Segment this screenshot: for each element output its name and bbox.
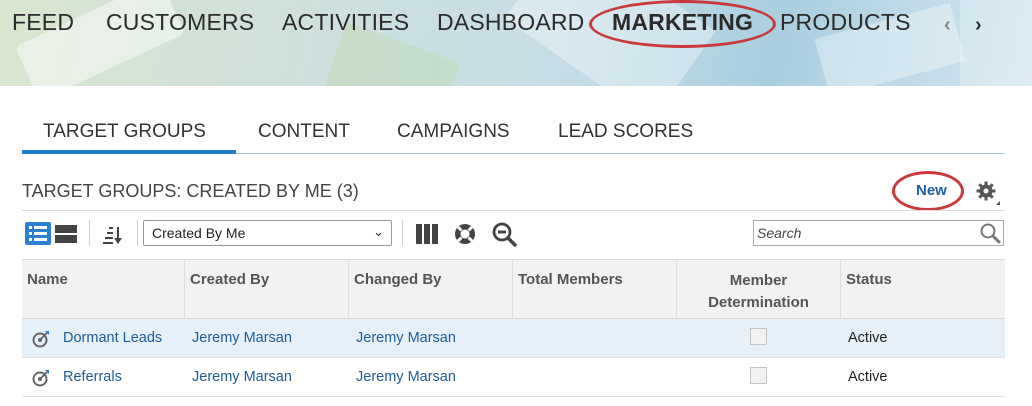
row-name-link[interactable]: Referrals <box>63 358 122 397</box>
list-view-icon[interactable] <box>25 222 51 245</box>
column-header-status[interactable]: Status <box>841 260 1005 318</box>
row-created-by-link[interactable]: Jeremy Marsan <box>192 358 292 397</box>
tab-campaigns[interactable]: CAMPAIGNS <box>397 121 510 143</box>
tab-lead-scores[interactable]: LEAD SCORES <box>558 121 693 143</box>
nav-item-feed[interactable]: FEED <box>12 9 74 36</box>
nav-next-arrow[interactable]: › <box>975 14 982 37</box>
section-divider <box>22 210 1005 211</box>
table-row[interactable]: Referrals Jeremy Marsan Jeremy Marsan Ac… <box>22 358 1005 397</box>
query-select[interactable]: Created By Me ⌄ <box>143 220 392 246</box>
column-header-created-by[interactable]: Created By <box>185 260 349 318</box>
row-name-link[interactable]: Dormant Leads <box>63 319 162 358</box>
target-group-icon <box>32 370 49 387</box>
row-status: Active <box>848 369 888 385</box>
query-select-value: Created By Me <box>152 225 246 241</box>
row-changed-by-link[interactable]: Jeremy Marsan <box>356 358 456 397</box>
columns-icon[interactable] <box>415 223 439 245</box>
nav-item-activities[interactable]: ACTIVITIES <box>282 9 409 36</box>
lifebuoy-icon[interactable] <box>453 222 477 246</box>
search-input[interactable] <box>754 221 964 245</box>
top-nav-bar: FEED CUSTOMERS ACTIVITIES DASHBOARD MARK… <box>0 0 1032 86</box>
active-tab-indicator <box>22 150 236 154</box>
annotation-circle <box>892 171 964 211</box>
search-icon[interactable] <box>979 222 1001 244</box>
search-field[interactable] <box>753 220 1004 246</box>
column-header-name[interactable]: Name <box>22 260 185 318</box>
table-row[interactable]: Dormant Leads Jeremy Marsan Jeremy Marsa… <box>22 319 1005 358</box>
toolbar-separator <box>402 220 403 246</box>
column-header-member-determination[interactable]: Member Determination <box>677 260 841 318</box>
row-status: Active <box>848 330 888 346</box>
target-groups-table: Name Created By Changed By Total Members… <box>22 259 1005 397</box>
toolbar-separator <box>89 220 90 246</box>
row-changed-by-link[interactable]: Jeremy Marsan <box>356 319 456 358</box>
nav-item-customers[interactable]: CUSTOMERS <box>106 9 254 36</box>
member-determination-checkbox[interactable] <box>750 328 767 345</box>
row-created-by-link[interactable]: Jeremy Marsan <box>192 319 292 358</box>
member-determination-checkbox[interactable] <box>750 367 767 384</box>
gear-icon[interactable] <box>975 180 1001 206</box>
section-title: TARGET GROUPS: CREATED BY ME (3) <box>22 181 359 201</box>
tab-content[interactable]: CONTENT <box>258 121 350 143</box>
grid-view-icon[interactable] <box>55 224 77 244</box>
sort-icon[interactable] <box>101 224 127 246</box>
column-header-changed-by[interactable]: Changed By <box>349 260 513 318</box>
chevron-down-icon: ⌄ <box>373 224 384 239</box>
nav-item-dashboard[interactable]: DASHBOARD <box>437 9 585 36</box>
banner-decoration <box>960 0 1032 86</box>
tab-target-groups[interactable]: TARGET GROUPS <box>43 121 206 143</box>
nav-item-products[interactable]: PRODUCTS <box>780 9 911 36</box>
toolbar-separator <box>137 220 138 246</box>
annotation-circle <box>589 0 776 48</box>
column-header-total-members[interactable]: Total Members <box>513 260 677 318</box>
table-header: Name Created By Changed By Total Members… <box>22 259 1005 319</box>
nav-prev-arrow[interactable]: ‹ <box>944 14 951 37</box>
zoom-out-icon[interactable] <box>491 221 517 247</box>
target-group-icon <box>32 331 49 348</box>
